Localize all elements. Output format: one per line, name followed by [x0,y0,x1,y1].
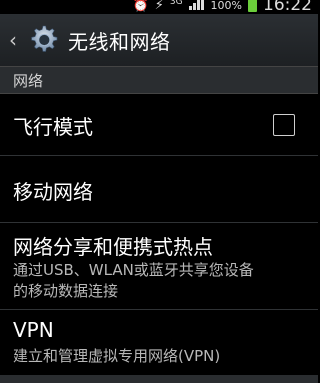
airplane-mode-row[interactable]: 飞行模式 [0,93,318,156]
tethering-hotspot-summary-line2: 的移动数据连接 [13,282,119,300]
usb-icon: ⚡ [154,0,164,13]
signal-icon [188,0,205,14]
back-icon[interactable]: ‹ [2,14,24,66]
airplane-mode-title: 飞行模式 [13,115,93,139]
alarm-icon: ⏰ [132,0,149,13]
mobile-network-title: 移动网络 [13,180,93,204]
settings-gear-icon[interactable] [26,23,60,57]
battery-percent: 100% [210,0,242,12]
vpn-summary: 建立和管理虚拟专用网络(VPN) [13,347,221,365]
battery-icon [248,0,257,12]
airplane-mode-checkbox[interactable] [273,114,295,136]
section-header-network: 网络 [0,66,318,94]
mobile-network-row[interactable]: 移动网络 [0,156,318,223]
status-bar: ⏰ ⚡ 3G 100% 16:22 [0,0,318,15]
tethering-hotspot-summary-line1: 通过USB、WLAN或蓝牙共享您设备 [13,261,254,279]
tethering-hotspot-row[interactable]: 网络分享和便携式热点 通过USB、WLAN或蓝牙共享您设备 的移动数据连接 [0,223,318,310]
next-section-header [0,375,318,383]
vpn-title: VPN [13,318,54,342]
action-bar: ‹ 无线和网络 [0,14,318,67]
vpn-row[interactable]: VPN 建立和管理虚拟专用网络(VPN) [0,310,318,374]
network-type: 3G [169,0,183,7]
section-label: 网络 [13,71,44,90]
status-icons: ⏰ ⚡ 3G 100% 16:22 [132,0,312,15]
page-title: 无线和网络 [68,29,171,54]
clock: 16:22 [263,0,312,15]
tethering-hotspot-title: 网络分享和便携式热点 [13,235,213,259]
